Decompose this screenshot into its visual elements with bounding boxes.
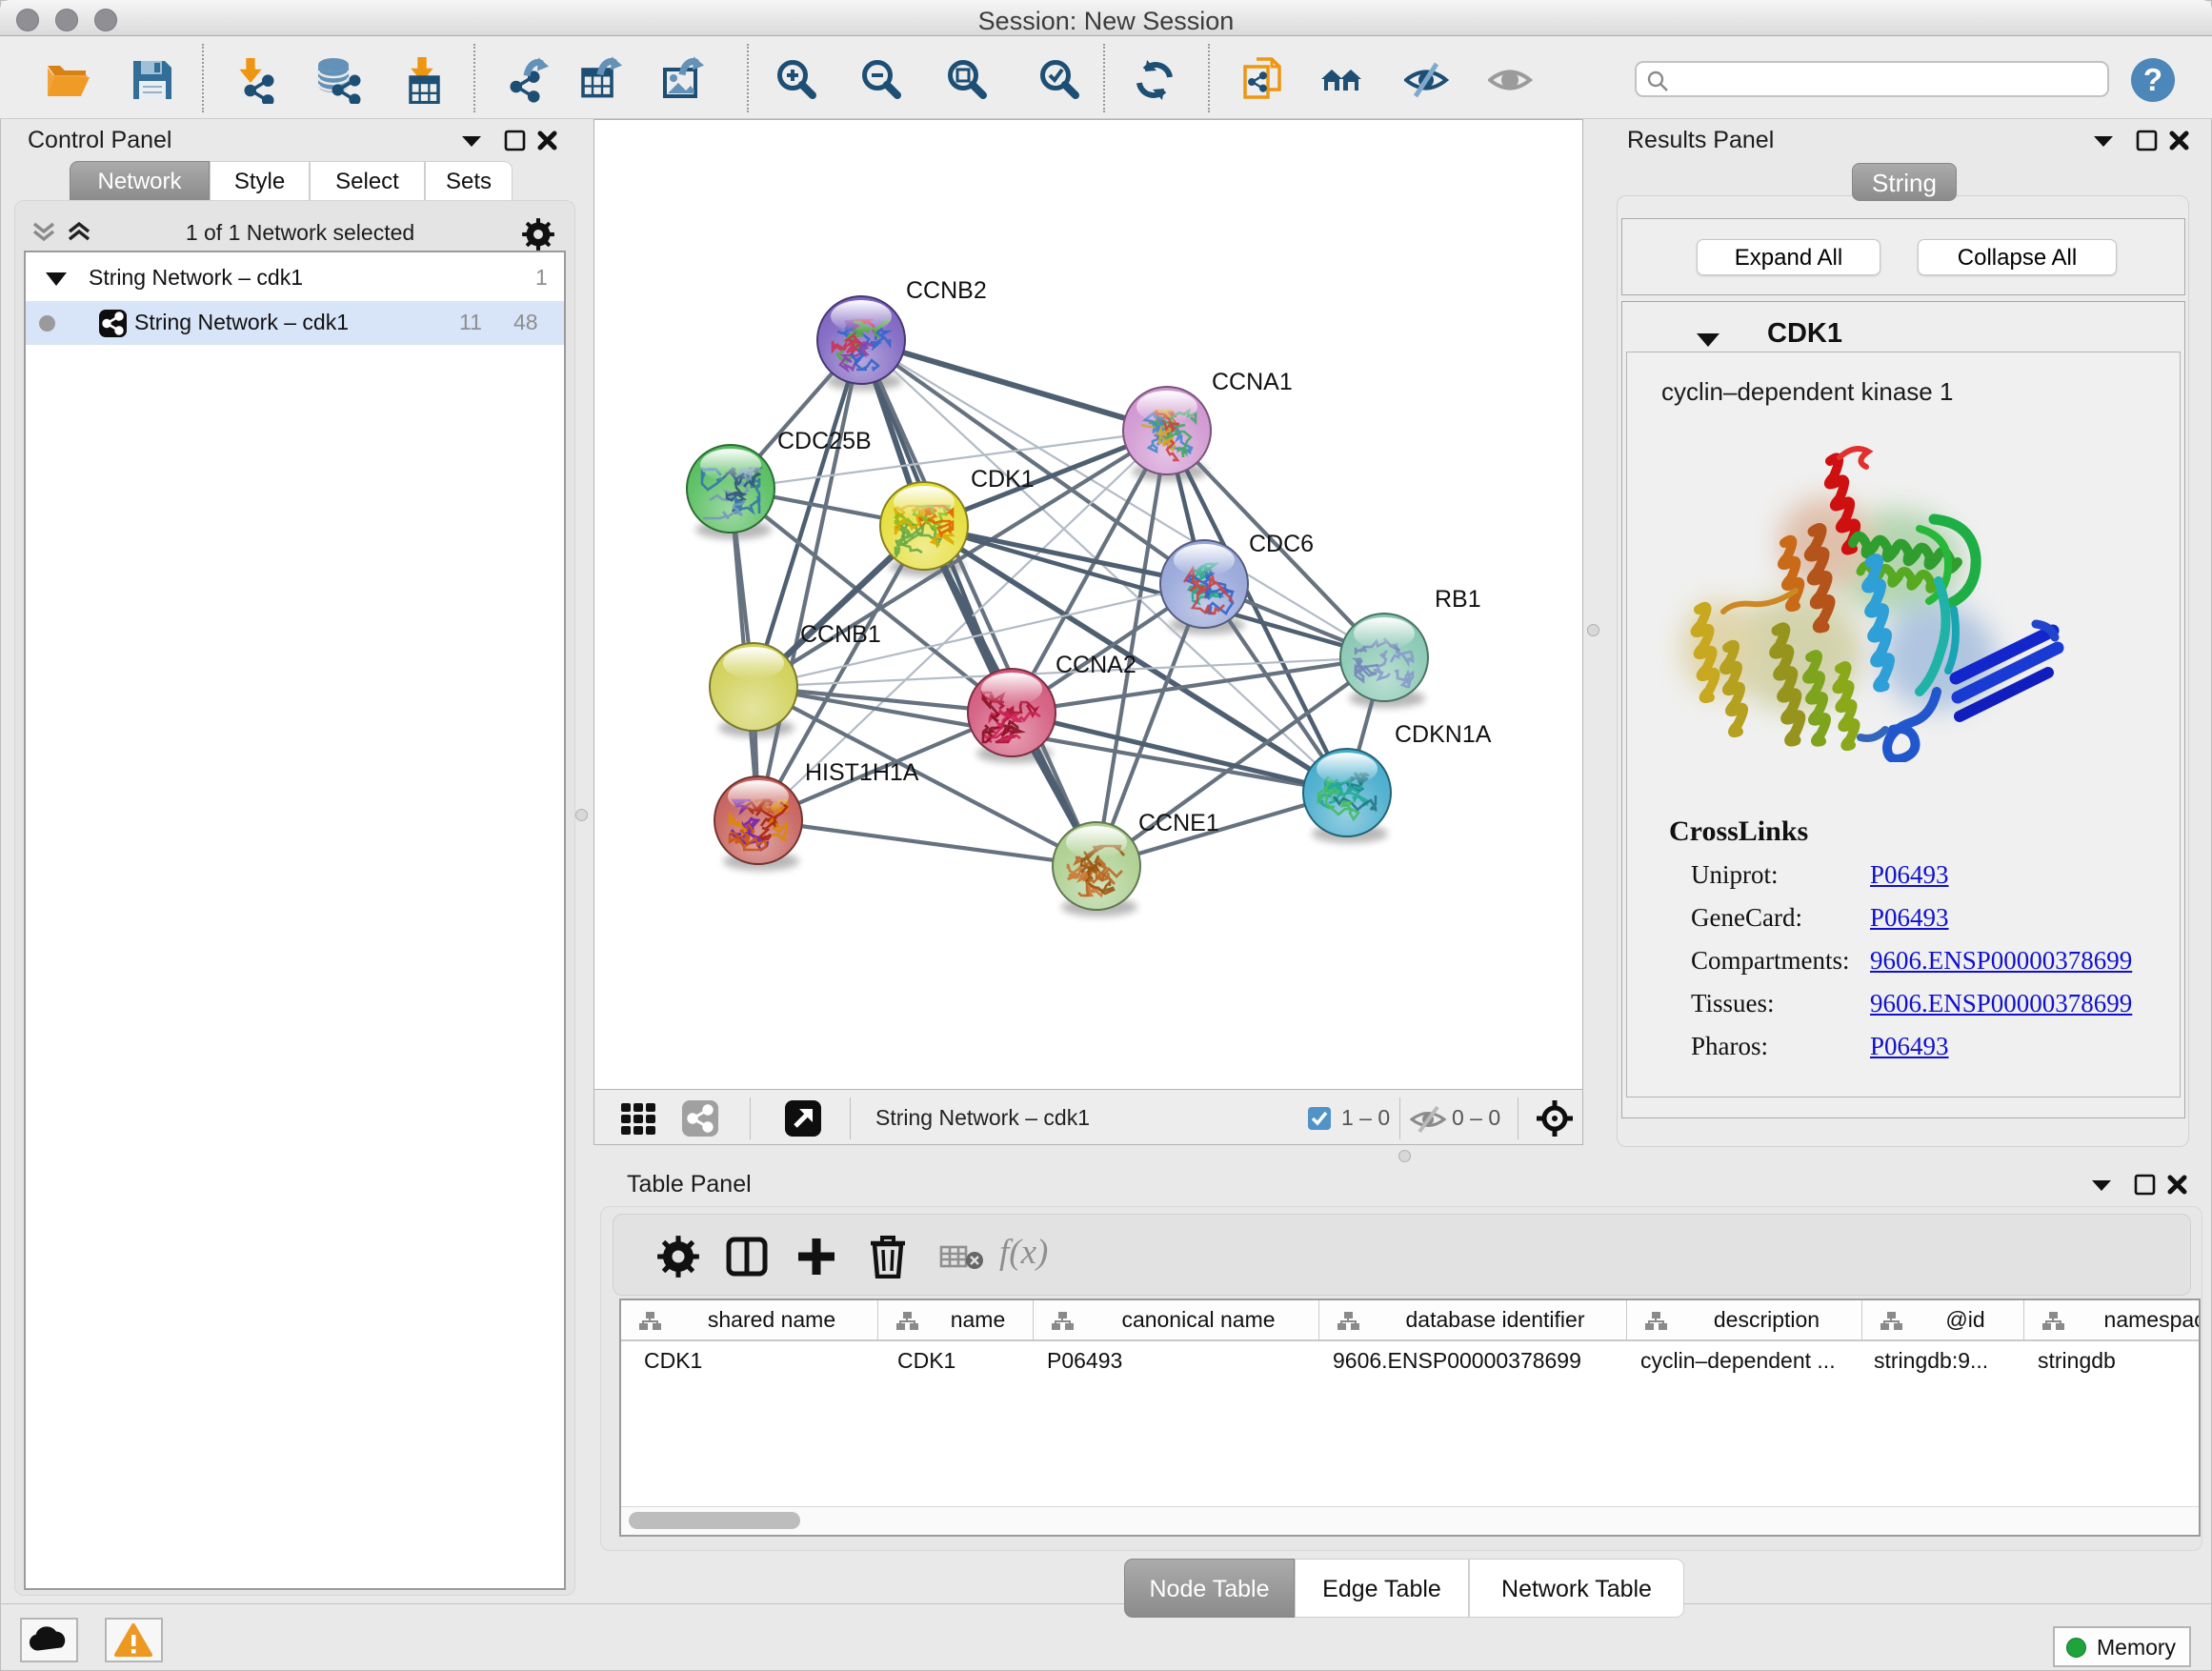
svg-text:HIST1H1A: HIST1H1A [805,759,919,786]
svg-text:RB1: RB1 [1435,586,1481,613]
svg-text:CDC25B: CDC25B [777,428,872,454]
svg-text:CDC6: CDC6 [1249,531,1314,557]
svg-text:CCNB1: CCNB1 [800,621,881,648]
svg-text:CDK1: CDK1 [971,466,1035,493]
svg-text:CCNE1: CCNE1 [1138,810,1219,836]
svg-text:CCNA1: CCNA1 [1212,369,1293,395]
svg-text:CDKN1A: CDKN1A [1395,721,1492,748]
svg-text:CCNB2: CCNB2 [906,277,987,304]
svg-text:CCNA2: CCNA2 [1056,652,1136,678]
